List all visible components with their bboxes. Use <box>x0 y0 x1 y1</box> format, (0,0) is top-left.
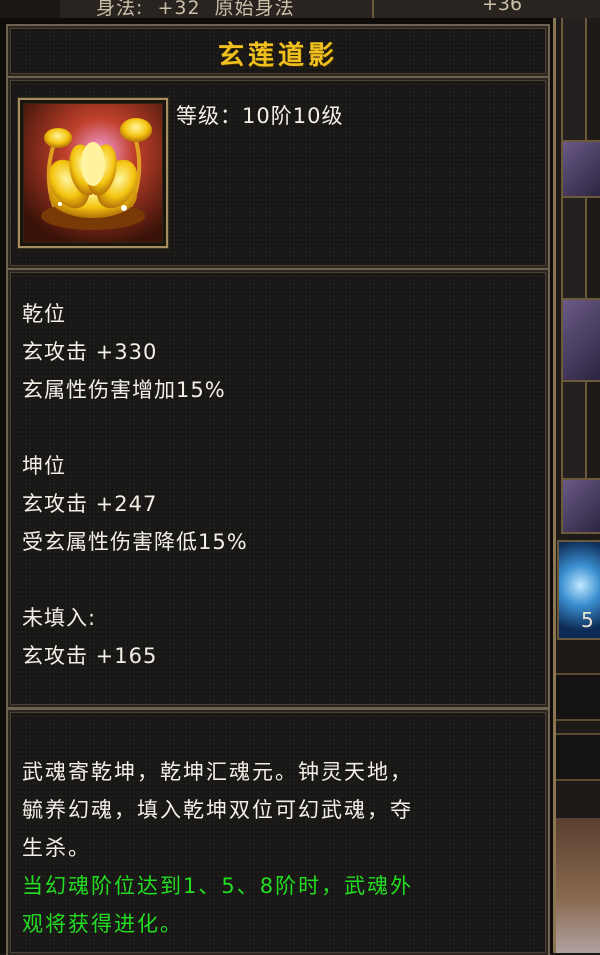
section-name-qian: 乾位 <box>22 302 66 326</box>
attribute-line: 玄攻击 +247 <box>22 492 158 516</box>
stat-divider <box>372 0 374 18</box>
side-bar <box>553 673 600 721</box>
description-line: 生杀。 <box>22 836 91 860</box>
section-name-unfilled: 未填入: <box>22 606 97 630</box>
level-label: 等级： <box>176 104 242 128</box>
description-line: 毓养幻魂，填入乾坤双位可幻武魂，夺 <box>22 798 413 822</box>
level-value: 10阶10级 <box>242 104 344 128</box>
description-section: 武魂寄乾坤，乾坤汇魂元。钟灵天地， 毓养幻魂，填入乾坤双位可幻武魂，夺 生杀。 … <box>6 708 550 955</box>
tooltip-header: 等级：10阶10级 <box>6 76 550 270</box>
golden-lotus-icon <box>24 104 162 242</box>
item-icon-frame <box>18 98 168 248</box>
item-level: 等级：10阶10级 <box>176 100 343 130</box>
side-item-slot[interactable] <box>561 478 600 534</box>
item-tooltip: 玄莲道影 等级：10阶10级 乾位 玄攻击 +330 玄属性伤害增加15% 坤位… <box>0 18 556 955</box>
side-bar <box>553 733 600 781</box>
attribute-line: 玄攻击 +330 <box>22 340 158 364</box>
description-line: 武魂寄乾坤，乾坤汇魂元。钟灵天地， <box>22 760 413 784</box>
attribute-line: 受玄属性伤害降低15% <box>22 530 248 554</box>
side-character-art <box>553 818 600 953</box>
side-item-slot[interactable] <box>561 140 600 198</box>
highlight-line: 当幻魂阶位达到1、5、8阶时，武魂外 <box>22 874 414 898</box>
background-stat-text: 身法: +32 原始身法 <box>96 0 295 19</box>
section-name-kun: 坤位 <box>22 454 66 478</box>
highlight-line: 观将获得进化。 <box>22 912 183 936</box>
background-side-panel: 5 <box>553 18 600 953</box>
background-stat-value: +36 <box>482 0 523 15</box>
side-panel-frame <box>561 18 587 490</box>
side-item-slot[interactable] <box>561 298 600 382</box>
tooltip-title-bar: 玄莲道影 <box>6 24 550 78</box>
attribute-section: 乾位 玄攻击 +330 玄属性伤害增加15% 坤位 玄攻击 +247 受玄属性伤… <box>6 268 550 709</box>
item-title: 玄莲道影 <box>217 41 338 71</box>
attribute-line: 玄属性伤害增加15% <box>22 378 226 402</box>
attribute-line: 玄攻击 +165 <box>22 644 158 668</box>
side-gem-count: 5 <box>581 608 594 632</box>
